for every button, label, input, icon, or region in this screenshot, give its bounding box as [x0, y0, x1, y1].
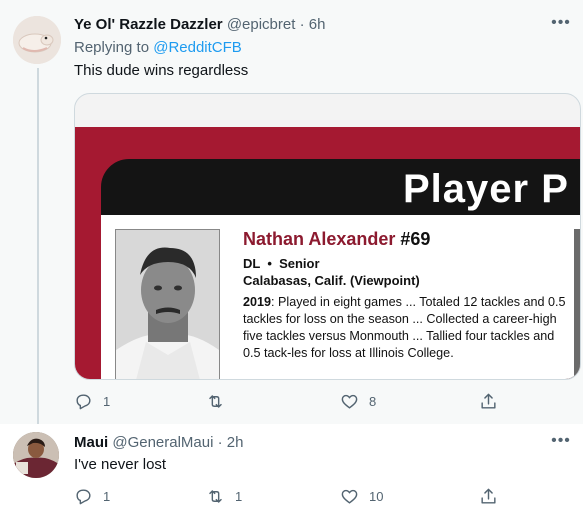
tweet-text: This dude wins regardless — [74, 62, 249, 79]
player-position: DL • Senior — [243, 256, 320, 271]
replying-label: Replying to — [74, 39, 150, 56]
like-icon — [341, 394, 358, 409]
separator: · — [299, 16, 305, 33]
reply-count: 1 — [103, 488, 111, 504]
player-number: #69 — [400, 229, 431, 249]
tweet-media[interactable]: Player P Nathan Alexander #69 DL • Senio… — [74, 93, 581, 380]
timestamp[interactable]: 2h — [227, 434, 244, 451]
share-button[interactable] — [479, 391, 498, 411]
thread-line — [37, 68, 39, 424]
like-count: 8 — [369, 393, 377, 409]
user-handle[interactable]: @GeneralMaui — [112, 434, 213, 451]
avatar[interactable] — [13, 16, 61, 64]
like-icon — [341, 489, 358, 504]
player-bio: 2019: Played in eight games ... Totaled … — [243, 294, 573, 362]
reply-button[interactable]: 1 — [74, 486, 110, 506]
tweet-text: I've never lost — [74, 456, 167, 473]
retweet-count: 1 — [235, 488, 243, 504]
player-name-line: Nathan Alexander #69 — [243, 229, 430, 250]
bio-text: : Played in eight games ... Totaled 12 t… — [243, 295, 566, 360]
avatar[interactable] — [13, 432, 59, 478]
display-name[interactable]: Ye Ol' Razzle Dazzler — [74, 16, 223, 33]
reply-icon — [76, 488, 91, 504]
replying-to: Replying to @RedditCFB — [74, 39, 242, 56]
like-count: 10 — [369, 488, 384, 504]
share-icon — [481, 488, 496, 504]
user-handle[interactable]: @epicbret — [227, 16, 296, 33]
player-photo — [115, 229, 220, 379]
like-button[interactable]: 8 — [340, 391, 376, 411]
reply-count: 1 — [103, 393, 111, 409]
tweet[interactable]: Maui @GeneralMaui · 2h ••• I've never lo… — [0, 424, 583, 513]
tweet-header: Maui @GeneralMaui · 2h — [74, 434, 243, 452]
bio-year: 2019 — [243, 295, 272, 309]
retweet-icon — [209, 394, 222, 408]
timestamp[interactable]: 6h — [309, 16, 326, 33]
retweet-button[interactable] — [206, 391, 235, 411]
more-icon[interactable]: ••• — [551, 15, 571, 36]
player-name: Nathan Alexander — [243, 229, 396, 249]
separator: · — [217, 434, 223, 451]
retweet-button[interactable]: 1 — [206, 486, 242, 506]
tweet[interactable]: Ye Ol' Razzle Dazzler @epicbret · 6h •••… — [0, 0, 583, 424]
more-icon[interactable]: ••• — [551, 433, 571, 454]
reply-button[interactable]: 1 — [74, 391, 110, 411]
media-title: Player P — [403, 167, 569, 211]
retweet-icon — [209, 489, 222, 503]
share-button[interactable] — [479, 486, 498, 506]
replying-to-handle[interactable]: @RedditCFB — [153, 39, 242, 56]
like-button[interactable]: 10 — [340, 486, 383, 506]
reply-icon — [76, 393, 91, 409]
media-edge-strip — [574, 229, 580, 379]
share-icon — [481, 393, 496, 409]
display-name[interactable]: Maui — [74, 434, 108, 451]
tweet-header: Ye Ol' Razzle Dazzler @epicbret · 6h — [74, 16, 325, 34]
player-hometown: Calabasas, Calif. (Viewpoint) — [243, 273, 420, 288]
